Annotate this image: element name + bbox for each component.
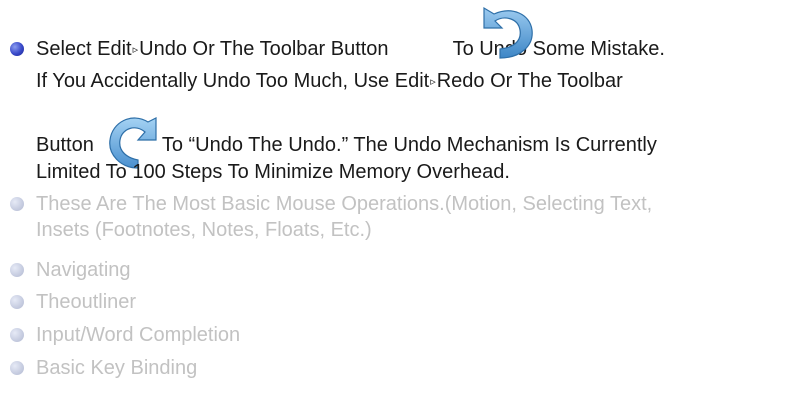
dim-item-line: Navigating bbox=[36, 259, 131, 281]
menu-arrow-icon: ▹ bbox=[430, 76, 436, 88]
bullet-active bbox=[10, 42, 24, 56]
dim-item-line: Input/Word Completion bbox=[36, 324, 241, 346]
main-item-line-2: If You Accidentally Undo Too Much, Use E… bbox=[36, 69, 623, 94]
bullet-dim bbox=[10, 295, 24, 309]
dim-item-line: Insets (Footnotes, Notes, Floats, Etc.) bbox=[36, 219, 372, 241]
main-item-text: Undo Or The Toolbar Button bbox=[139, 38, 389, 60]
main-item-line-3: Button To “Undo The Undo.” The Undo Mecha… bbox=[36, 133, 657, 157]
main-item-text: If You Accidentally Undo Too Much, Use E… bbox=[36, 70, 430, 92]
undo-icon bbox=[483, 6, 533, 59]
dim-item-line: Basic Key Binding bbox=[36, 357, 198, 379]
main-item-line-1: Select Edit▹Undo Or The Toolbar Button To… bbox=[36, 37, 665, 62]
dim-item-line: Theoutliner bbox=[36, 291, 137, 313]
dim-item-line: These Are The Most Basic Mouse Operation… bbox=[36, 193, 653, 215]
menu-arrow-icon: ▹ bbox=[132, 44, 139, 56]
main-item-text: Redo Or The Toolbar bbox=[436, 70, 623, 92]
bullet-dim bbox=[10, 197, 24, 211]
main-item-text: Button bbox=[36, 134, 94, 156]
main-item-text: Select Edit bbox=[36, 38, 132, 60]
main-item-line-4: Limited To 100 Steps To Minimize Memory … bbox=[36, 161, 510, 183]
bullet-dim bbox=[10, 328, 24, 342]
main-item-text: To “Undo The Undo.” The Undo Mechanism I… bbox=[161, 134, 657, 156]
slide: Select Edit▹Undo Or The Toolbar Button To… bbox=[0, 0, 785, 398]
bullet-dim bbox=[10, 361, 24, 375]
bullet-dim bbox=[10, 263, 24, 277]
